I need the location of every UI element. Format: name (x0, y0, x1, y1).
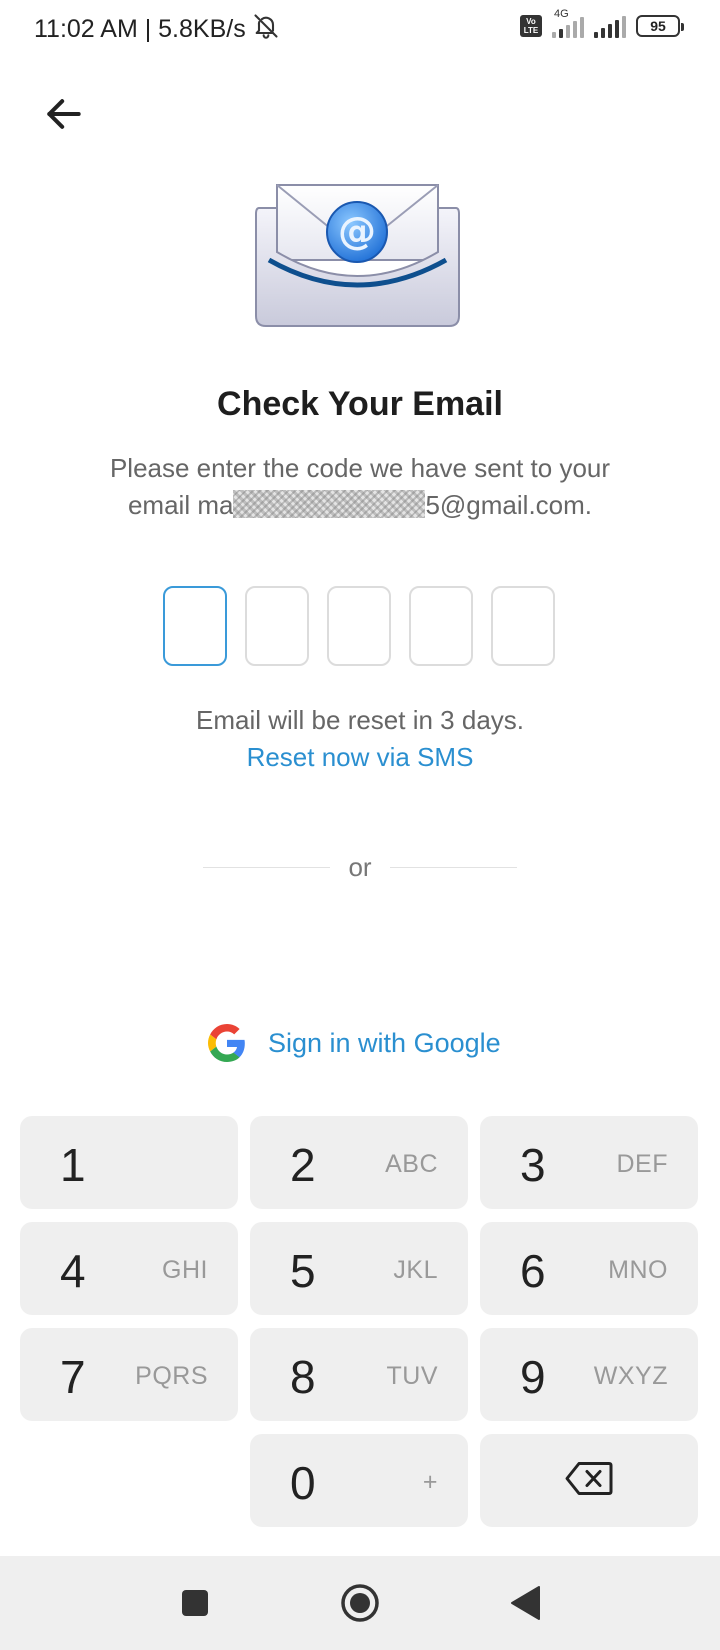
key-letters: + (422, 1468, 438, 1496)
volte-line2: LTE (523, 26, 539, 35)
back-button[interactable] (42, 92, 86, 136)
system-nav-bar (0, 1556, 720, 1650)
key-letters: MNO (608, 1256, 668, 1284)
code-digit-3[interactable] (327, 586, 391, 666)
key-digit: 1 (60, 1139, 86, 1191)
arrow-left-icon (47, 99, 81, 129)
key-letters: TUV (386, 1362, 438, 1390)
email-envelope-icon: @ (255, 180, 460, 330)
network-type: 4G (554, 8, 569, 20)
key-digit: 9 (520, 1351, 546, 1403)
key-empty (20, 1434, 238, 1527)
instruction-text: Please enter the code we have sent to yo… (60, 450, 660, 524)
key-digit: 5 (290, 1245, 316, 1297)
key-letters: PQRS (135, 1362, 208, 1390)
google-label: Sign in with Google (268, 1027, 501, 1058)
redacted-email (233, 490, 426, 519)
signal-icon (594, 14, 626, 38)
divider-label: or (348, 851, 372, 882)
code-digit-1[interactable] (163, 586, 227, 666)
key-2[interactable]: 2 ABC (250, 1116, 468, 1209)
key-digit: 8 (290, 1351, 316, 1403)
key-digit: 7 (60, 1351, 86, 1403)
reset-note: Email will be reset in 3 days. (195, 705, 525, 735)
backspace-icon (565, 1460, 613, 1501)
battery-level: 95 (650, 18, 666, 34)
numeric-keypad: 1 2 ABC 3 DEF 4 GHI 5 JKL 6 MNO 7 PQRS 8 TUV 9 W… (20, 1116, 698, 1527)
bell-off-icon (252, 12, 280, 47)
square-icon (182, 1590, 208, 1616)
key-letters: ABC (385, 1150, 438, 1178)
or-divider: or (203, 852, 517, 882)
google-g-icon (208, 1024, 245, 1062)
key-digit: 0 (290, 1457, 316, 1509)
key-letters: GHI (162, 1256, 208, 1284)
page-title: Check Your Email (217, 385, 503, 423)
key-5[interactable]: 5 JKL (250, 1222, 468, 1315)
sign-in-with-google-button[interactable]: Sign in with Google (208, 1024, 501, 1062)
circle-home-icon (341, 1584, 379, 1622)
signal-4g-icon: 4G (552, 8, 584, 38)
key-backspace[interactable] (480, 1434, 698, 1527)
volte-line1: Vo (526, 17, 536, 26)
key-4[interactable]: 4 GHI (20, 1222, 238, 1315)
svg-text:@: @ (338, 209, 376, 253)
key-digit: 2 (290, 1139, 316, 1191)
code-digit-2[interactable] (245, 586, 309, 666)
email-suffix: 5@gmail.com. (425, 490, 593, 520)
code-input (163, 586, 555, 666)
status-right: Vo LTE 4G 95 (520, 8, 684, 38)
key-digit: 6 (520, 1245, 546, 1297)
key-3[interactable]: 3 DEF (480, 1116, 698, 1209)
code-digit-4[interactable] (409, 586, 473, 666)
volte-icon: Vo LTE (520, 15, 542, 37)
instruction-line1: Please enter the code we have sent to yo… (109, 453, 611, 483)
key-9[interactable]: 9 WXYZ (480, 1328, 698, 1421)
nav-recents-button[interactable] (155, 1556, 235, 1650)
key-1[interactable]: 1 (20, 1116, 238, 1209)
email-prefix: email ma (127, 490, 234, 520)
key-8[interactable]: 8 TUV (250, 1328, 468, 1421)
key-6[interactable]: 6 MNO (480, 1222, 698, 1315)
key-0[interactable]: 0 + (250, 1434, 468, 1527)
status-left: 11:02 AM | 5.8KB/s (34, 12, 280, 47)
status-bar: 11:02 AM | 5.8KB/s Vo LTE 4G 95 (0, 0, 720, 56)
triangle-back-icon (511, 1586, 540, 1620)
divider-line-left (203, 866, 331, 868)
status-time-speed: 11:02 AM | 5.8KB/s (34, 15, 246, 43)
battery-icon: 95 (636, 15, 684, 37)
key-7[interactable]: 7 PQRS (20, 1328, 238, 1421)
key-letters: WXYZ (593, 1362, 668, 1390)
reset-via-sms-link[interactable]: Reset now via SMS (0, 742, 720, 773)
key-letters: JKL (393, 1256, 438, 1284)
nav-back-button[interactable] (485, 1556, 565, 1650)
key-digit: 4 (60, 1245, 86, 1297)
nav-home-button[interactable] (320, 1556, 400, 1650)
divider-line-right (389, 866, 517, 868)
code-digit-5[interactable] (491, 586, 555, 666)
key-letters: DEF (616, 1150, 668, 1178)
key-digit: 3 (520, 1139, 546, 1191)
